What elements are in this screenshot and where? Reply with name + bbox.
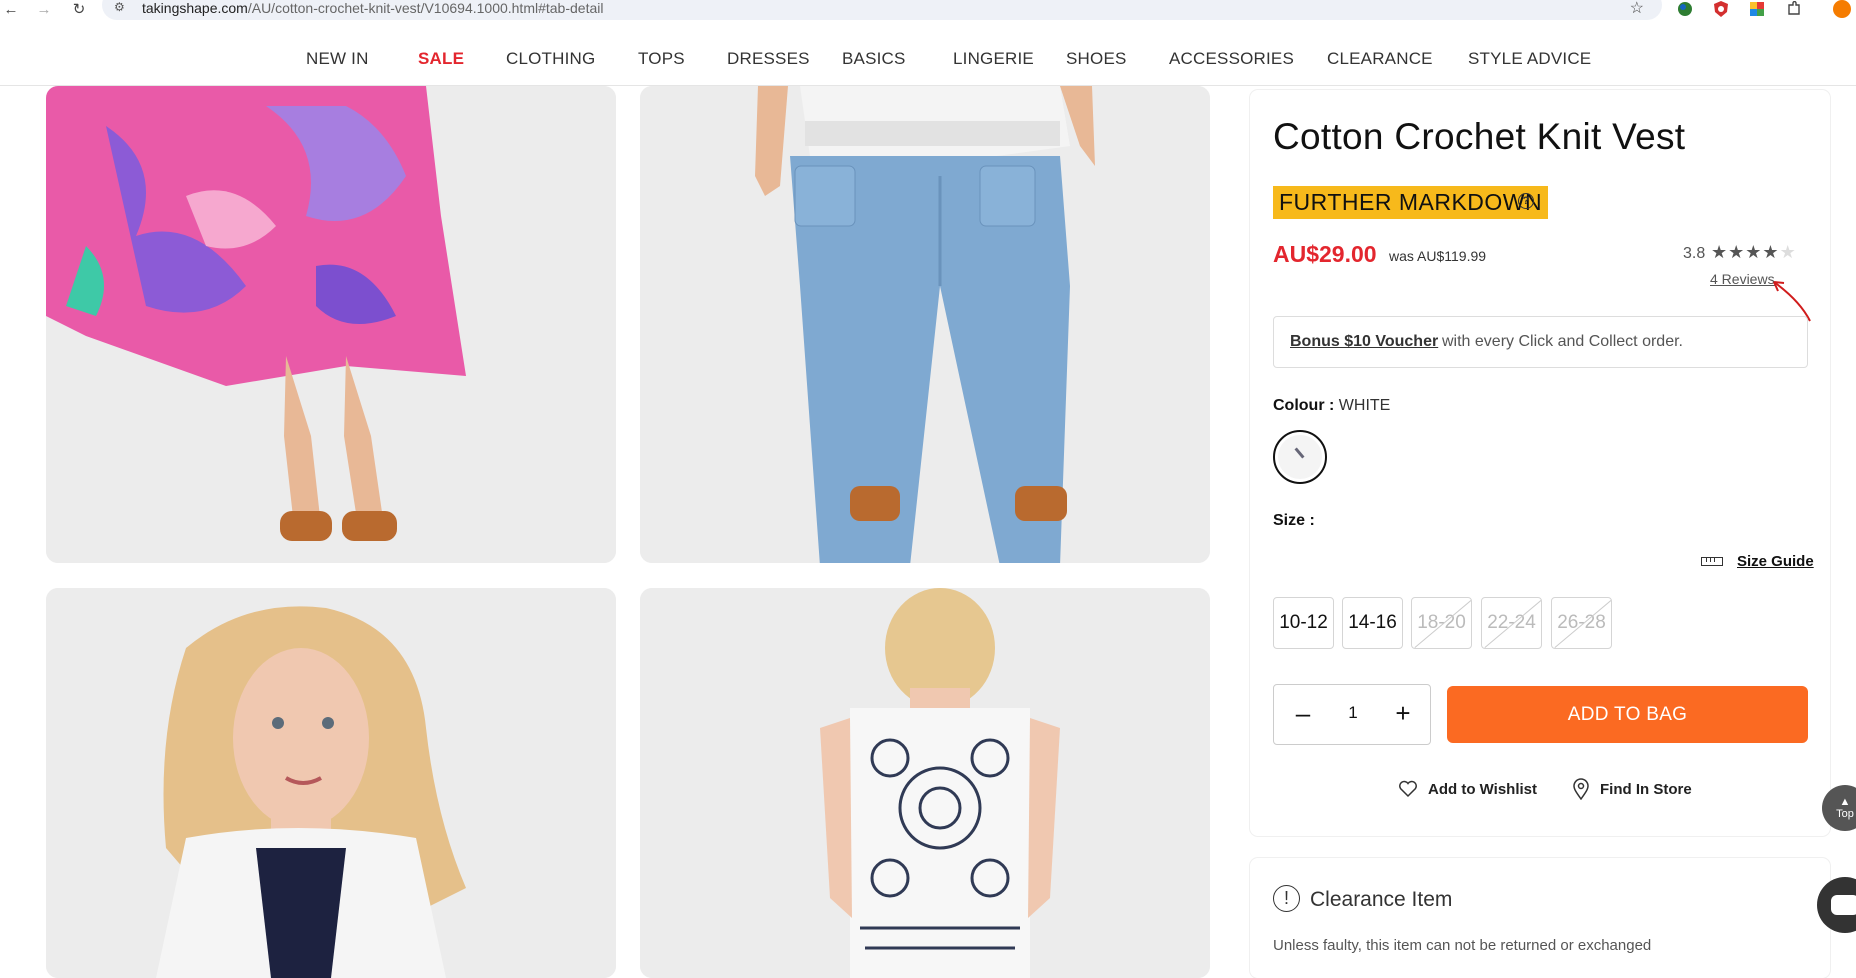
colour-label: Colour : WHITE	[1273, 397, 1391, 414]
nav-item-sale[interactable]: SALE	[418, 49, 464, 69]
was-price: was AU$119.99	[1389, 248, 1487, 264]
voucher-text: with every Click and Collect order.	[1442, 333, 1683, 350]
size-option-10-12[interactable]: 10-12	[1273, 597, 1334, 649]
star-filled-icon: ★	[1762, 242, 1780, 262]
nav-item-dresses[interactable]: DRESSES	[727, 49, 810, 69]
size-option-18-20[interactable]: 18-20	[1411, 597, 1472, 649]
product-image-model-back[interactable]	[640, 588, 1210, 978]
extensions-puzzle-icon[interactable]	[1785, 0, 1803, 18]
size-option-26-28[interactable]: 26-28	[1551, 597, 1612, 649]
clearance-title: Clearance Item	[1310, 888, 1453, 911]
markdown-badge: FURTHER MARKDOWN	[1273, 186, 1549, 219]
nav-item-lingerie[interactable]: LINGERIE	[953, 49, 1034, 69]
ruler-icon	[1701, 557, 1723, 566]
size-option-22-24[interactable]: 22-24	[1481, 597, 1542, 649]
back-to-top-label: Top	[1836, 808, 1854, 820]
quantity-increase-button[interactable]: +	[1388, 699, 1418, 729]
main-navigation: NEW IN SALE CLOTHING TOPS DRESSES BASICS…	[0, 22, 1856, 86]
extension-adblock-icon[interactable]	[1712, 0, 1730, 18]
voucher-banner: Bonus $10 Voucher with every Click and C…	[1273, 316, 1808, 368]
find-in-store-button[interactable]: Find In Store	[1572, 778, 1692, 800]
star-filled-icon: ★	[1711, 242, 1729, 262]
product-image-model-front[interactable]	[46, 588, 616, 978]
add-to-bag-button[interactable]: ADD TO BAG	[1447, 686, 1808, 743]
help-question-icon[interactable]: ?	[1518, 193, 1534, 209]
back-arrow-icon[interactable]: ←	[0, 0, 22, 20]
add-to-wishlist-button[interactable]: Add to Wishlist	[1398, 780, 1537, 798]
product-image-jeans[interactable]	[640, 86, 1210, 563]
product-title: Cotton Crochet Knit Vest	[1273, 116, 1686, 157]
size-guide-link[interactable]: Size Guide	[1701, 553, 1814, 570]
product-image-dress-skirt[interactable]	[46, 86, 616, 563]
voucher-link[interactable]: Bonus $10 Voucher	[1290, 333, 1438, 351]
nav-item-clothing[interactable]: CLOTHING	[506, 49, 595, 69]
clearance-text: Unless faulty, this item can not be retu…	[1273, 937, 1652, 954]
star-filled-icon: ★	[1728, 242, 1746, 262]
reviews-link[interactable]: 4 Reviews	[1710, 271, 1775, 287]
reload-icon[interactable]: ↻	[68, 0, 90, 20]
star-filled-icon: ★	[1745, 242, 1763, 262]
nav-item-shoes[interactable]: SHOES	[1066, 49, 1127, 69]
current-price: AU$29.00	[1273, 241, 1377, 267]
colour-swatch-white[interactable]	[1273, 430, 1327, 484]
nav-item-accessories[interactable]: ACCESSORIES	[1169, 49, 1294, 69]
location-pin-icon	[1573, 778, 1589, 800]
nav-item-tops[interactable]: TOPS	[638, 49, 685, 69]
nav-item-style-advice[interactable]: STYLE ADVICE	[1468, 49, 1591, 69]
nav-item-basics[interactable]: BASICS	[842, 49, 906, 69]
clearance-panel	[1250, 858, 1830, 978]
site-info-icon[interactable]: ⚙	[114, 0, 125, 14]
extension-globe-icon[interactable]	[1676, 0, 1694, 18]
size-option-14-16[interactable]: 14-16	[1342, 597, 1403, 649]
nav-item-new-in[interactable]: NEW IN	[306, 49, 369, 69]
size-label: Size :	[1273, 512, 1315, 529]
chevron-up-icon: ▲	[1839, 796, 1851, 808]
address-bar[interactable]: ⚙ takingshape.com/AU/cotton-crochet-knit…	[102, 0, 1662, 20]
quantity-stepper: – 1 +	[1273, 684, 1431, 745]
quantity-decrease-button[interactable]: –	[1288, 699, 1318, 729]
profile-avatar-icon[interactable]	[1833, 0, 1851, 18]
rating-score: 3.8	[1683, 245, 1706, 262]
rating-stars: ★★★★★	[1711, 242, 1797, 263]
quantity-input[interactable]: 1	[1329, 703, 1377, 723]
heart-icon	[1399, 780, 1417, 798]
bookmark-star-icon[interactable]: ☆	[1630, 0, 1644, 18]
colour-value: WHITE	[1338, 397, 1391, 414]
forward-arrow-icon[interactable]: →	[33, 0, 55, 20]
browser-toolbar: ← → ↻ ⚙ takingshape.com/AU/cotton-croche…	[0, 0, 1856, 22]
extension-colorful-icon[interactable]	[1748, 0, 1766, 18]
alert-exclamation-icon: !	[1273, 885, 1300, 912]
url-text[interactable]: takingshape.com/AU/cotton-crochet-knit-v…	[142, 0, 603, 16]
chat-icon	[1831, 895, 1856, 915]
star-empty-icon: ★	[1779, 242, 1797, 262]
nav-item-clearance[interactable]: CLEARANCE	[1327, 49, 1433, 69]
